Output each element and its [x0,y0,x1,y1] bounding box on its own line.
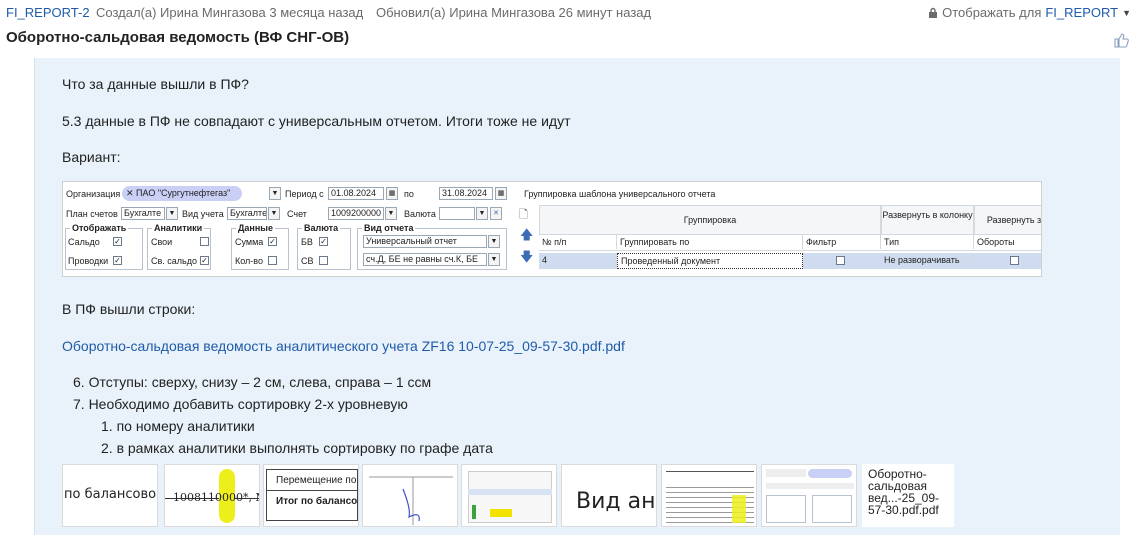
issue-meta-bar: FI_REPORT-2 Создал(а) Ирина Мингазова 3 … [0,0,1137,24]
new-doc-icon: 🗋 [519,209,528,221]
sv-saldo-label: Св. сальдо [151,256,197,266]
grid-title: Группировка шаблона универсального отчет… [524,189,716,199]
pdf-file-link[interactable]: Оборотно-сальдовая ведомость аналитическ… [62,338,625,354]
visibility-label: Отображать для [942,5,1042,20]
chevron-down-icon: ▼ [385,207,397,220]
close-icon: ✕ [490,207,502,220]
calendar-icon: ▦ [495,187,507,200]
visibility-selector[interactable]: Отображать для FI_REPORT ▼ [928,5,1131,20]
variant-label: Вариант: [62,149,121,165]
own-label: Свои [151,237,173,247]
arrow-down-icon: 🡇 [520,249,534,264]
bv-checkbox: ✓ [319,237,328,246]
list-item: 1. по номеру аналитики [101,418,255,434]
row-type: Не разворачивать [881,253,974,267]
vid-label: Вид учета [182,209,224,219]
col-turnover: Обороты [974,235,1041,249]
chevron-down-icon: ▼ [488,235,500,248]
grid-header-grouping: Группировка [539,205,881,235]
list-item: 6. Отступы: сверху, снизу – 2 см, слева,… [73,374,432,390]
account-label: Счет [287,209,307,219]
period-label: Период с [285,189,324,199]
list-item: 2. в рамках аналитики выполнять сортиров… [101,440,493,456]
question-text: Что за данные вышли в ПФ? [62,76,249,92]
grid-data-row: 4 Проведенный документ Не разворачивать [539,253,1041,269]
point-5-3-text: 5.3 данные в ПФ не совпадают с универсал… [62,113,571,129]
qty-label: Кол-во [235,256,263,266]
postings-checkbox: ✓ [113,256,122,265]
like-icon[interactable] [1113,32,1129,48]
org-label: Организация [66,189,121,199]
report-settings-screenshot: Организация ✕ ПАО "Сургутнефтегаз" ▼ Пер… [62,181,1042,277]
grid-columns-row: № п/п Группировать по Фильтр Тип Обороты [539,235,1041,251]
report-type-field: Универсальный отчет [363,235,487,248]
col-number: № п/п [539,235,617,249]
attachment-thumbnail[interactable] [761,464,857,527]
arrow-up-icon: 🡅 [520,227,534,242]
attachment-thumbnail[interactable]: Перемещение по н Итог по балансо [263,464,359,527]
col-group-by: Группировать по [617,235,803,249]
sum-checkbox: ✓ [268,237,277,246]
chevron-down-icon[interactable]: ▼ [1122,8,1131,18]
lines-heading: В ПФ вышли строки: [62,301,196,317]
sv-label: СВ [301,256,314,266]
saldo-label: Сальдо [68,237,100,247]
to-label: по [404,189,414,199]
currency-field [439,207,475,220]
org-value: ✕ ПАО "Сургутнефтегаз" [122,186,242,201]
currency-label: Валюта [404,209,436,219]
col-filter: Фильтр [803,235,881,249]
chevron-down-icon: ▼ [269,187,281,200]
grid-header-expand-col: Развернуть в колонку [881,205,974,235]
attachment-thumbnail[interactable]: 1008110000*, MATE [164,464,260,527]
sv-checkbox [319,256,328,265]
plan-field: Бухгалте [121,207,165,220]
saldo-checkbox: ✓ [113,237,122,246]
date-from-field: 01.08.2024 [328,187,384,200]
col-type: Тип [881,235,974,249]
account-field: 1009200000 [328,207,384,220]
row-group-by: Проведенный документ [617,253,803,269]
plan-label: План счетов [66,209,118,219]
lock-icon [929,7,938,18]
updated-by: Обновил(а) Ирина Мингазова 26 минут наза… [376,5,652,20]
attachment-thumbnail[interactable]: по балансовому [62,464,158,527]
qty-checkbox [268,256,277,265]
attachment-thumbnail[interactable] [461,464,557,527]
chevron-down-icon: ▼ [166,207,178,220]
pdf-file-card[interactable]: Оборотно-сальдовая вед...-25_09-57-30.pd… [862,464,954,527]
sketch-icon [369,476,453,525]
vid-field: Бухгалте [227,207,267,220]
chevron-down-icon: ▼ [268,207,280,220]
visibility-value[interactable]: FI_REPORT [1045,5,1118,20]
attachment-thumbnail[interactable]: Вид анал [561,464,657,527]
row-number: 4 [539,253,617,267]
calendar-icon: ▦ [386,187,398,200]
sv-saldo-checkbox: ✓ [200,256,209,265]
created-by: Создал(а) Ирина Мингазова 3 месяца назад [96,5,364,20]
bv-label: БВ [301,237,313,247]
page-title: Оборотно-сальдовая ведомость (ВФ СНГ-ОВ) [6,29,350,46]
chevron-down-icon: ▼ [476,207,488,220]
own-checkbox [200,237,209,246]
chevron-down-icon: ▼ [488,253,500,266]
report-filter-field: сч.Д, БЕ не равны сч.К, БЕ [363,253,487,266]
postings-label: Проводки [68,256,109,266]
attachment-thumbnail[interactable] [362,464,458,527]
grid-header-expand-2: Развернуть з [974,205,1041,235]
attachment-thumbnail[interactable] [661,464,757,527]
list-item: 7. Необходимо добавить сортировку 2-х ур… [73,396,408,412]
sum-label: Сумма [235,237,264,247]
issue-key-link[interactable]: FI_REPORT-2 [6,5,90,20]
date-to-field: 31.08.2024 [439,187,493,200]
